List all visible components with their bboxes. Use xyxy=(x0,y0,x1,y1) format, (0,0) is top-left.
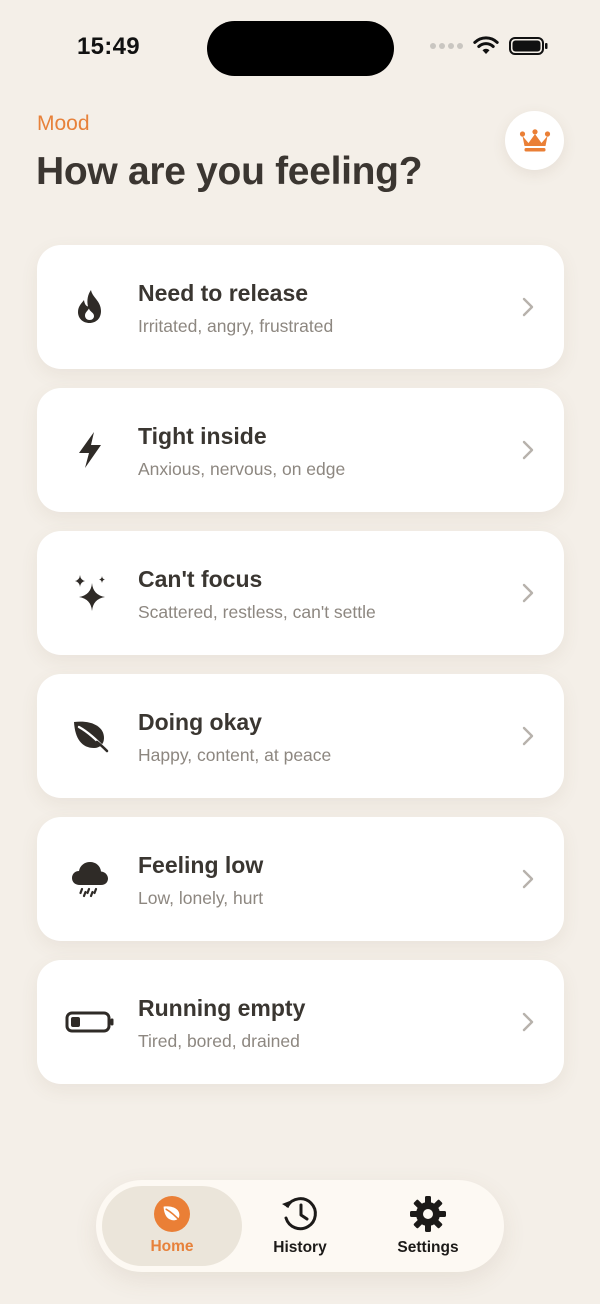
tab-label: Settings xyxy=(397,1239,459,1256)
mood-title: Feeling low xyxy=(138,852,264,878)
mood-subtitle: Irritated, angry, frustrated xyxy=(138,316,334,336)
mood-list: Need to release Irritated, angry, frustr… xyxy=(37,245,564,1103)
dynamic-island xyxy=(207,21,394,76)
history-clock-icon xyxy=(282,1197,317,1231)
mood-card-tight-inside[interactable]: Tight inside Anxious, nervous, on edge xyxy=(37,388,564,512)
wifi-icon xyxy=(473,36,499,54)
tab-home[interactable]: Home xyxy=(102,1186,242,1266)
tab-bar: Home History Settings xyxy=(96,1180,504,1272)
tab-label: Home xyxy=(150,1238,194,1255)
mood-title: Need to release xyxy=(138,280,309,306)
rain-cloud-icon xyxy=(63,852,117,906)
premium-button[interactable] xyxy=(505,111,564,170)
mood-title: Can't focus xyxy=(138,566,263,592)
mood-card-doing-okay[interactable]: Doing okay Happy, content, at peace xyxy=(37,674,564,798)
leaf-icon xyxy=(63,709,117,763)
mood-card-need-to-release[interactable]: Need to release Irritated, angry, frustr… xyxy=(37,245,564,369)
flame-icon xyxy=(63,280,117,334)
battery-low-icon xyxy=(63,995,117,1049)
mood-subtitle: Tired, bored, drained xyxy=(138,1031,300,1051)
leaf-icon xyxy=(154,1196,190,1232)
mood-subtitle: Scattered, restless, can't settle xyxy=(138,602,376,622)
tab-history[interactable]: History xyxy=(230,1186,370,1266)
mood-title: Running empty xyxy=(138,995,306,1021)
mood-subtitle: Low, lonely, hurt xyxy=(138,888,264,908)
mood-subtitle: Anxious, nervous, on edge xyxy=(138,459,346,479)
tab-label: History xyxy=(273,1239,327,1256)
mood-card-running-empty[interactable]: Running empty Tired, bored, drained xyxy=(37,960,564,1084)
status-time: 15:49 xyxy=(77,33,140,60)
page-eyebrow: Mood xyxy=(37,112,90,135)
status-icons xyxy=(430,36,549,56)
lightning-icon xyxy=(63,423,117,477)
chevron-right-icon xyxy=(522,440,534,460)
crown-icon xyxy=(519,128,550,151)
chevron-right-icon xyxy=(522,726,534,746)
page-title: How are you feeling? xyxy=(36,150,423,193)
signal-dots-icon xyxy=(430,43,463,49)
tab-settings[interactable]: Settings xyxy=(358,1186,498,1266)
gear-icon xyxy=(410,1196,446,1232)
chevron-right-icon xyxy=(522,869,534,889)
mood-subtitle: Happy, content, at peace xyxy=(138,745,332,765)
chevron-right-icon xyxy=(522,1012,534,1032)
sparkles-icon xyxy=(63,566,117,620)
battery-icon xyxy=(509,37,548,55)
mood-card-feeling-low[interactable]: Feeling low Low, lonely, hurt xyxy=(37,817,564,941)
mood-title: Tight inside xyxy=(138,423,267,449)
mood-screen: 15:49 Mood How are you feeling? Need to … xyxy=(0,0,600,1304)
mood-card-cant-focus[interactable]: Can't focus Scattered, restless, can't s… xyxy=(37,531,564,655)
chevron-right-icon xyxy=(522,583,534,603)
mood-title: Doing okay xyxy=(138,709,262,735)
chevron-right-icon xyxy=(522,297,534,317)
